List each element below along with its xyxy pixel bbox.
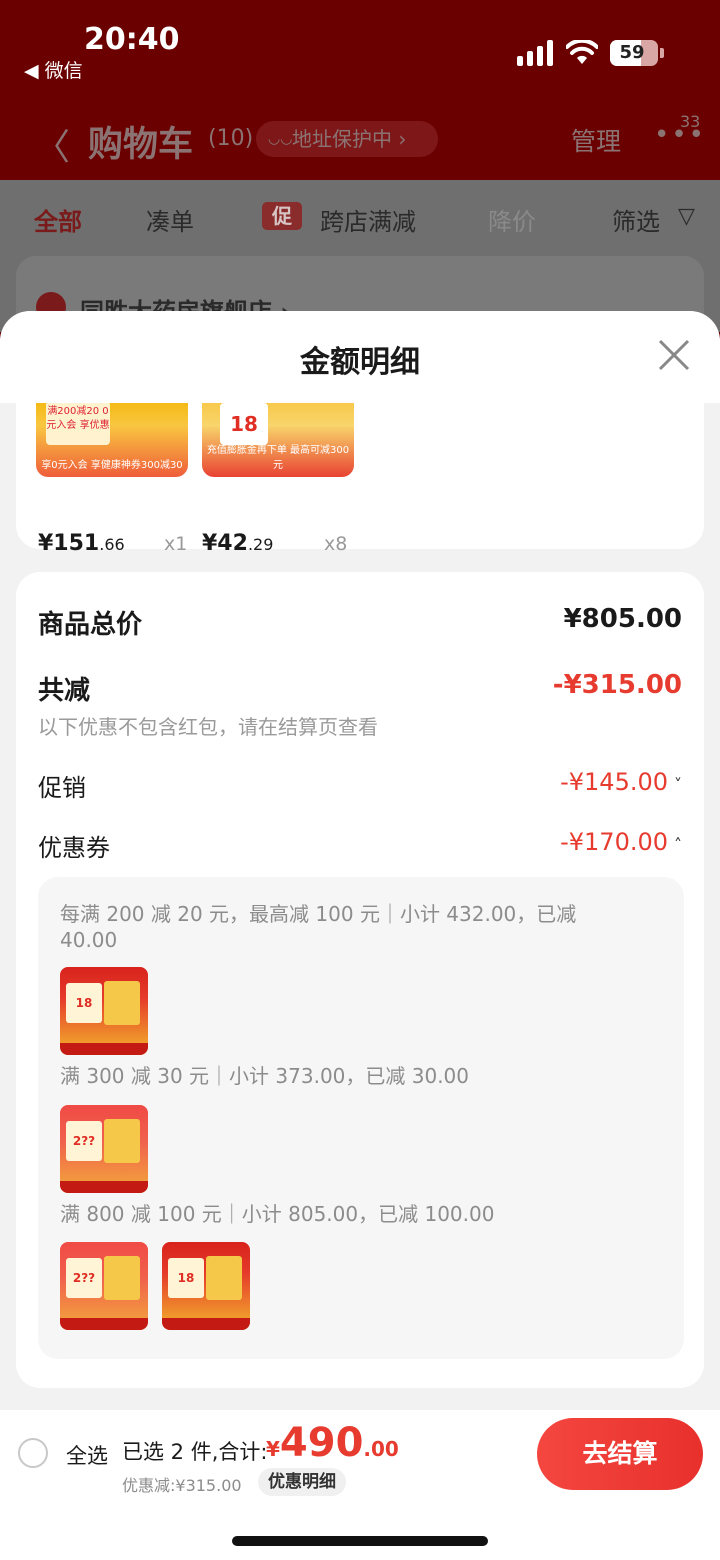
coupon-product-thumbnail[interactable]: 18 xyxy=(162,1242,250,1330)
tab-cross-store[interactable]: 跨店满减 xyxy=(320,202,416,237)
checkout-bar: 全选 已选 2 件,合计: ¥490.00 优惠减:¥315.00 优惠明细 去… xyxy=(0,1410,720,1560)
message-badge: 33 xyxy=(680,112,701,131)
page-title: 购物车 xyxy=(88,125,194,165)
price-decimal: .29 xyxy=(247,535,274,554)
tab-price-drop[interactable]: 降价 xyxy=(488,202,536,237)
total-price-value: ¥805.00 xyxy=(563,604,682,634)
saved-amount: 优惠减:¥315.00 xyxy=(122,1476,242,1495)
product-quantity: x1 xyxy=(164,533,188,555)
promotion-value: -¥145.00 xyxy=(560,768,668,796)
product-quantity: x8 xyxy=(324,533,348,555)
chevron-up-icon: ˄ xyxy=(674,835,682,854)
amount-detail-sheet: 金额明细 满200减20 0元入会 享优惠 享0元入会 享健康神券300减30 … xyxy=(0,311,720,1560)
battery-icon: 59 xyxy=(610,40,664,66)
wifi-icon xyxy=(566,40,598,64)
coupon-label: 优惠券 xyxy=(38,834,110,862)
product-thumbnail[interactable]: 满200减20 0元入会 享优惠 享0元入会 享健康神券300减30 xyxy=(36,391,188,477)
manage-button[interactable]: 管理 xyxy=(571,122,621,158)
total-reduce-label: 共减 xyxy=(38,676,91,706)
promotion-row[interactable]: -¥145.00 ˅ xyxy=(560,768,682,796)
coupon-detail-box: 每满 200 减 20 元，最高减 100 元｜小计 432.00，已减 40.… xyxy=(38,877,684,1359)
coupon-rule: 满 800 减 100 元｜小计 805.00，已减 100.00 xyxy=(60,1202,495,1226)
total-price-label: 商品总价 xyxy=(38,610,143,640)
coupon-rule: 满 300 减 30 元｜小计 373.00，已减 30.00 xyxy=(60,1064,470,1088)
home-indicator[interactable] xyxy=(232,1536,488,1546)
cart-count: (10) xyxy=(208,126,254,151)
discount-detail-button[interactable]: 优惠明细 xyxy=(258,1468,346,1496)
close-icon[interactable] xyxy=(656,337,692,373)
product-price: ¥42.29 xyxy=(202,531,273,556)
signal-icon xyxy=(517,40,553,66)
sheet-header: 金额明细 xyxy=(0,311,720,403)
promo-tag: 促 xyxy=(262,202,302,230)
address-protection-button[interactable]: ◡◡ 地址保护中 › xyxy=(256,121,438,157)
price-integer: ¥151 xyxy=(38,531,100,556)
coupon-row[interactable]: -¥170.00 ˄ xyxy=(560,828,682,856)
selected-info: 已选 2 件,合计: xyxy=(122,1440,268,1464)
back-to-wechat-link[interactable]: ◀ 微信 xyxy=(24,56,83,83)
price-decimal: .66 xyxy=(99,535,125,554)
promotion-label: 促销 xyxy=(38,774,86,802)
chevron-down-icon: ˅ xyxy=(674,775,682,794)
tab-filter[interactable]: 筛选 xyxy=(612,202,660,237)
eye-closed-icon: ◡◡ xyxy=(268,131,293,147)
total-integer: 490 xyxy=(279,1420,364,1466)
sheet-title: 金额明细 xyxy=(300,345,420,380)
thumbnail-promo-text: 满200减20 0元入会 享优惠 xyxy=(46,401,110,445)
coupon-value: -¥170.00 xyxy=(560,828,668,856)
coupon-product-thumbnail[interactable]: 18 xyxy=(60,967,148,1055)
price-integer: ¥42 xyxy=(202,531,248,556)
checkout-button[interactable]: 去结算 xyxy=(537,1418,703,1490)
total-currency: ¥ xyxy=(266,1437,280,1461)
status-bar: 20:40 ◀ 微信 59 xyxy=(0,0,720,100)
thumbnail-caption: 享0元入会 享健康神券300减30 xyxy=(41,460,183,471)
address-protection-label: 地址保护中 › xyxy=(292,127,407,151)
thumbnail-caption: 充值膨胀金再下单 最高可减300元 xyxy=(206,445,350,471)
summary-card: 商品总价 ¥805.00 共减 -¥315.00 以下优惠不包含红包，请在结算页… xyxy=(16,572,704,1388)
filter-tabs: 全部 凑单 跨店满减 降价 筛选 xyxy=(0,180,720,252)
total-reduce-value: -¥315.00 xyxy=(552,670,682,700)
filter-icon[interactable]: ▽ xyxy=(678,204,695,229)
coupon-rule: 每满 200 减 20 元，最高减 100 元｜小计 432.00，已减 40.… xyxy=(60,902,577,952)
coupon-product-thumbnail[interactable]: 2?? xyxy=(60,1242,148,1330)
total-amount: ¥490.00 xyxy=(266,1420,399,1466)
product-thumbnail[interactable]: 18 充值膨胀金再下单 最高可减300元 xyxy=(202,391,354,477)
select-all-label[interactable]: 全选 xyxy=(66,1440,108,1470)
select-all-checkbox[interactable] xyxy=(18,1438,48,1468)
tab-all[interactable]: 全部 xyxy=(34,202,82,237)
total-decimal: .00 xyxy=(363,1437,399,1461)
coupon-product-thumbnail[interactable]: 2?? xyxy=(60,1105,148,1193)
thumbnail-promo-text: 18 xyxy=(220,403,268,445)
discount-note: 以下优惠不包含红包，请在结算页查看 xyxy=(38,715,378,739)
battery-level: 59 xyxy=(619,42,645,63)
back-arrow-icon[interactable]: 〈 xyxy=(34,118,70,170)
tab-bundle[interactable]: 凑单 xyxy=(146,202,194,237)
product-price: ¥151.66 xyxy=(38,531,125,556)
status-time: 20:40 xyxy=(84,22,180,57)
cart-header: 〈 购物车 (10) ◡◡ 地址保护中 › 管理 ••• 33 xyxy=(0,100,720,180)
